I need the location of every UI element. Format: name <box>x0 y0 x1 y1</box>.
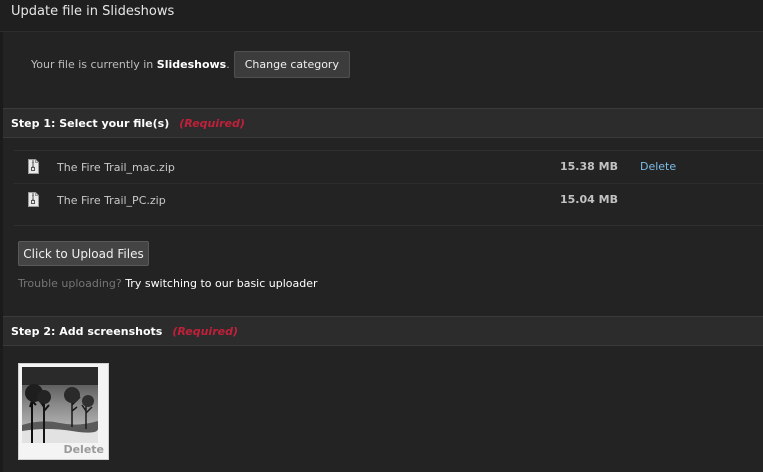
screenshot-image <box>22 367 98 443</box>
zip-file-icon <box>28 159 39 174</box>
category-row: Your file is currently in Slideshows. Ch… <box>31 51 350 78</box>
category-name: Slideshows <box>156 58 227 71</box>
step2-title: Step 2: Add screenshots <box>11 324 163 338</box>
delete-file-link[interactable]: Delete <box>640 160 676 173</box>
update-file-panel: Your file is currently in Slideshows. Ch… <box>3 32 763 472</box>
file-row: The Fire Trail_mac.zip 15.38 MB Delete <box>14 151 763 184</box>
page-title: Update file in Slideshows <box>11 4 175 19</box>
delete-screenshot-link[interactable]: Delete <box>63 443 104 456</box>
category-text: Your file is currently in Slideshows. <box>31 58 230 71</box>
category-prefix: Your file is currently in <box>31 58 157 71</box>
step2-required-label: (Required) <box>172 324 238 338</box>
file-row: The Fire Trail_PC.zip 15.04 MB <box>14 184 763 217</box>
trouble-uploading-row: Trouble uploading? Try switching to our … <box>18 277 318 290</box>
upload-files-button[interactable]: Click to Upload Files <box>18 241 149 266</box>
file-size: 15.04 MB <box>560 193 618 206</box>
step1-header: Step 1: Select your file(s) (Required) <box>3 108 763 138</box>
step1-required-label: (Required) <box>179 116 245 130</box>
step1-title: Step 1: Select your file(s) <box>11 116 170 130</box>
file-list: The Fire Trail_mac.zip 15.38 MB Delete T… <box>14 150 763 226</box>
trouble-text: Trouble uploading? <box>18 277 122 290</box>
zip-file-icon <box>28 192 39 207</box>
category-suffix: . <box>226 58 230 71</box>
file-size: 15.38 MB <box>560 160 618 173</box>
screenshot-thumbnail[interactable]: Delete <box>18 363 109 460</box>
file-name: The Fire Trail_mac.zip <box>57 161 175 174</box>
step2-header: Step 2: Add screenshots (Required) <box>3 316 763 346</box>
file-name: The Fire Trail_PC.zip <box>57 194 166 207</box>
title-bar: Update file in Slideshows <box>0 0 763 32</box>
basic-uploader-link[interactable]: Try switching to our basic uploader <box>125 277 317 290</box>
change-category-button[interactable]: Change category <box>233 51 350 78</box>
